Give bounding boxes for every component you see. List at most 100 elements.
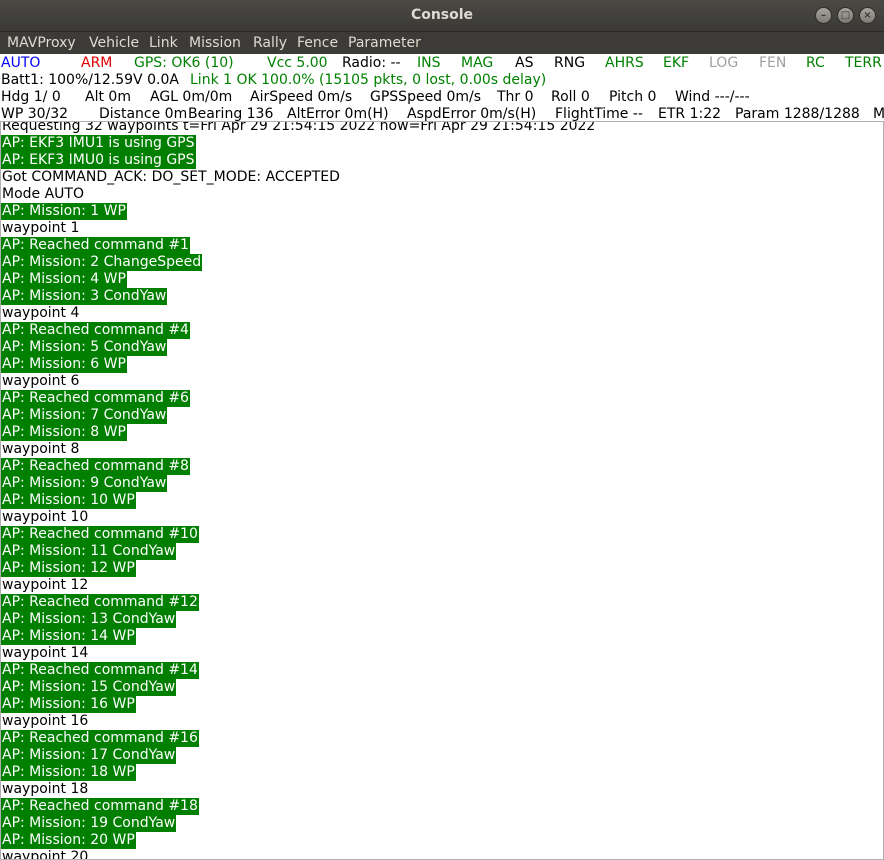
console-line: AP: Mission: 16 WP — [1, 696, 883, 713]
console-line: AP: Mission: 15 CondYaw — [1, 679, 883, 696]
console-line: AP: Mission: 2 ChangeSpeed — [1, 254, 883, 271]
console-line: waypoint 10 — [1, 509, 883, 526]
console-message: waypoint 4 — [2, 305, 80, 321]
console-message: Requesting 32 waypoints t=Fri Apr 29 21:… — [2, 121, 596, 134]
console-output[interactable]: Requesting 32 waypoints t=Fri Apr 29 21:… — [0, 121, 884, 860]
status-battery: Batt1: 100%/12.59V 0.0A — [1, 72, 179, 88]
console-line: AP: Reached command #16 — [1, 730, 883, 747]
autopilot-message: AP: Mission: 5 CondYaw — [1, 339, 168, 356]
console-line: AP: Mission: 19 CondYaw — [1, 815, 883, 832]
console-message: waypoint 6 — [2, 373, 80, 389]
console-line: waypoint 20 — [1, 849, 883, 860]
menu-vehicle[interactable]: Vehicle — [89, 32, 139, 54]
console-line: waypoint 12 — [1, 577, 883, 594]
status-log: LOG — [709, 55, 739, 71]
autopilot-message: AP: Reached command #4 — [1, 322, 190, 339]
console-message: waypoint 16 — [2, 713, 89, 729]
autopilot-message: AP: Reached command #8 — [1, 458, 190, 475]
autopilot-message: AP: Mission: 11 CondYaw — [1, 543, 177, 560]
console-line: Requesting 32 waypoints t=Fri Apr 29 21:… — [1, 121, 883, 135]
autopilot-message: AP: Mission: 9 CondYaw — [1, 475, 168, 492]
autopilot-message: AP: Reached command #6 — [1, 390, 190, 407]
status-heading: Hdg 1/ 0 — [1, 89, 61, 105]
console-line: Mode AUTO — [1, 186, 883, 203]
status-gps: GPS: OK6 (10) — [134, 55, 234, 71]
menu-rally[interactable]: Rally — [253, 32, 287, 54]
console-line: AP: Reached command #1 — [1, 237, 883, 254]
status-roll: Roll 0 — [551, 89, 590, 105]
autopilot-message: AP: Mission: 12 WP — [1, 560, 136, 577]
menu-parameter[interactable]: Parameter — [348, 32, 421, 54]
console-line: waypoint 6 — [1, 373, 883, 390]
menu-fence[interactable]: Fence — [297, 32, 338, 54]
autopilot-message: AP: Reached command #16 — [1, 730, 199, 747]
console-line: waypoint 1 — [1, 220, 883, 237]
maximize-icon[interactable]: □ — [837, 7, 854, 24]
status-arm: ARM — [81, 55, 113, 71]
autopilot-message: AP: Mission: 17 CondYaw — [1, 747, 177, 764]
status-rng: RNG — [554, 55, 586, 71]
window-titlebar[interactable]: Console – □ × — [0, 0, 884, 32]
status-row-flags: AUTO ARM GPS: OK6 (10) Vcc 5.00 Radio: -… — [0, 55, 884, 72]
console-line: AP: EKF3 IMU1 is using GPS — [1, 135, 883, 152]
console-line: AP: Reached command #14 — [1, 662, 883, 679]
menu-link[interactable]: Link — [149, 32, 178, 54]
autopilot-message: AP: EKF3 IMU1 is using GPS — [1, 135, 196, 152]
console-line: AP: Mission: 20 WP — [1, 832, 883, 849]
console-line: AP: Reached command #4 — [1, 322, 883, 339]
console-message: Mode AUTO — [2, 186, 84, 202]
autopilot-message: AP: Mission: 16 WP — [1, 696, 136, 713]
menu-bar: MAVProxy Vehicle Link Mission Rally Fenc… — [0, 32, 884, 54]
console-line: AP: Reached command #12 — [1, 594, 883, 611]
status-airspeed: AirSpeed 0m/s — [250, 89, 353, 105]
status-as: AS — [515, 55, 534, 71]
autopilot-message: AP: Mission: 13 CondYaw — [1, 611, 177, 628]
console-line: AP: Mission: 5 CondYaw — [1, 339, 883, 356]
autopilot-message: AP: Mission: 19 CondYaw — [1, 815, 177, 832]
status-radio: Radio: -- — [342, 55, 401, 71]
menu-mavproxy[interactable]: MAVProxy — [7, 32, 76, 54]
console-line: AP: Mission: 7 CondYaw — [1, 407, 883, 424]
status-row-battery: Batt1: 100%/12.59V 0.0A Link 1 OK 100.0%… — [0, 72, 884, 89]
console-line: AP: Mission: 17 CondYaw — [1, 747, 883, 764]
console-line: AP: Reached command #18 — [1, 798, 883, 815]
autopilot-message: AP: Mission: 18 WP — [1, 764, 136, 781]
minimize-icon[interactable]: – — [815, 7, 832, 24]
console-line: waypoint 8 — [1, 441, 883, 458]
autopilot-message: AP: Mission: 3 CondYaw — [1, 288, 168, 305]
autopilot-message: AP: Mission: 1 WP — [1, 203, 127, 220]
close-icon[interactable]: × — [859, 7, 876, 24]
status-mag: MAG — [461, 55, 494, 71]
window-controls: – □ × — [810, 7, 876, 24]
console-line: waypoint 14 — [1, 645, 883, 662]
autopilot-message: AP: Reached command #1 — [1, 237, 190, 254]
console-message: waypoint 18 — [2, 781, 89, 797]
console-message: waypoint 1 — [2, 220, 80, 236]
autopilot-message: AP: Mission: 8 WP — [1, 424, 127, 441]
console-line: AP: Mission: 1 WP — [1, 203, 883, 220]
status-throttle: Thr 0 — [497, 89, 534, 105]
console-message: waypoint 12 — [2, 577, 89, 593]
status-ekf: EKF — [663, 55, 690, 71]
autopilot-message: AP: Mission: 7 CondYaw — [1, 407, 168, 424]
autopilot-message: AP: Reached command #14 — [1, 662, 199, 679]
status-link: Link 1 OK 100.0% (15105 pkts, 0 lost, 0.… — [190, 72, 547, 88]
autopilot-message: AP: Mission: 2 ChangeSpeed — [1, 254, 203, 271]
console-line: waypoint 16 — [1, 713, 883, 730]
console-message: waypoint 14 — [2, 645, 89, 661]
console-line: AP: Mission: 4 WP — [1, 271, 883, 288]
console-line: AP: EKF3 IMU0 is using GPS — [1, 152, 883, 169]
status-agl: AGL 0m/0m — [150, 89, 233, 105]
console-line: AP: Mission: 6 WP — [1, 356, 883, 373]
autopilot-message: AP: Mission: 20 WP — [1, 832, 136, 849]
console-line: AP: Reached command #10 — [1, 526, 883, 543]
status-wind: Wind ---/--- — [675, 89, 750, 105]
autopilot-message: AP: Mission: 6 WP — [1, 356, 127, 373]
console-message: Got COMMAND_ACK: DO_SET_MODE: ACCEPTED — [2, 169, 340, 185]
menu-mission[interactable]: Mission — [189, 32, 241, 54]
status-ins: INS — [417, 55, 441, 71]
console-message: waypoint 10 — [2, 509, 89, 525]
console-line: AP: Mission: 18 WP — [1, 764, 883, 781]
autopilot-message: AP: Mission: 15 CondYaw — [1, 679, 177, 696]
console-message: waypoint 20 — [2, 849, 89, 860]
